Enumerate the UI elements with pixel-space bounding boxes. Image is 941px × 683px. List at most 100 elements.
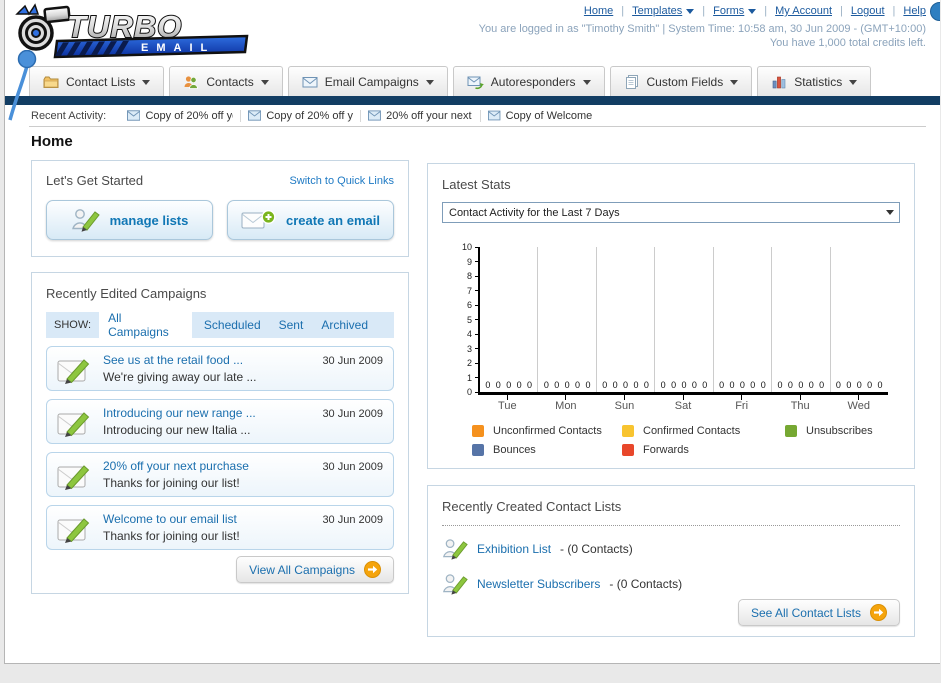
campaign-subtitle: We're giving away our late ...: [103, 369, 257, 384]
x-axis-label: Thu: [771, 395, 830, 412]
filter-sent[interactable]: Sent: [279, 318, 304, 332]
dotted-divider: [442, 525, 900, 526]
chart-value-label: 0: [623, 380, 629, 390]
y-axis-tick: 10: [462, 242, 480, 252]
filter-scheduled[interactable]: Scheduled: [204, 318, 261, 332]
legend-swatch: [622, 425, 634, 437]
filter-archived[interactable]: Archived: [321, 318, 368, 332]
chart-value-label: 0: [835, 380, 841, 390]
see-all-contact-lists-button[interactable]: See All Contact Lists: [737, 599, 900, 626]
chevron-down-icon: [260, 80, 269, 85]
legend-swatch: [622, 444, 634, 456]
contact-list-link[interactable]: Newsletter Subscribers: [477, 577, 600, 591]
tab-custom-fields[interactable]: Custom Fields: [609, 66, 753, 96]
envelope-pencil-icon: [57, 358, 90, 384]
contact-lists-title: Recently Created Contact Lists: [442, 499, 622, 514]
chart-value-label: 0: [564, 380, 570, 390]
campaign-row[interactable]: Welcome to our email list Thanks for joi…: [46, 505, 394, 550]
campaign-row[interactable]: 20% off your next purchase Thanks for jo…: [46, 452, 394, 497]
chart-value-label: 0: [846, 380, 852, 390]
chart-value-label: 0: [643, 380, 649, 390]
chevron-down-icon: [425, 80, 434, 85]
chart-day-group: 00000: [480, 247, 537, 392]
tab-contact-lists[interactable]: Contact Lists: [29, 66, 165, 96]
envelope-pencil-icon: [57, 411, 90, 437]
view-all-campaigns-button[interactable]: View All Campaigns: [236, 556, 394, 583]
stats-period-select[interactable]: Contact Activity for the Last 7 Days: [442, 202, 900, 223]
nav-link-home[interactable]: Home: [584, 5, 613, 17]
chart-value-label: 0: [719, 380, 725, 390]
campaign-row[interactable]: Introducing our new range ... Introducin…: [46, 399, 394, 444]
filter-all-campaigns[interactable]: All Campaigns: [99, 308, 192, 342]
chart-value-label: 0: [612, 380, 618, 390]
contact-list-row[interactable]: Exhibition List - (0 Contacts): [442, 537, 900, 561]
turbo-email-logo: TURBO EMAIL: [15, 3, 249, 59]
chart-value-label: 0: [506, 380, 512, 390]
help-bubble-icon[interactable]: [930, 2, 940, 21]
envelope-icon: [302, 76, 318, 87]
chart-value-label: 0: [867, 380, 873, 390]
legend-item: Unconfirmed Contacts: [472, 425, 622, 437]
header: TURBO EMAIL Home | Templates | Forms | M…: [5, 0, 940, 121]
legend-item: Confirmed Contacts: [622, 425, 785, 437]
tab-contacts[interactable]: Contacts: [169, 66, 283, 96]
envelope-icon: [127, 110, 141, 121]
recent-activity-item[interactable]: Copy of 20% off yo: [240, 109, 360, 122]
latest-stats-panel: Latest Stats Contact Activity for the La…: [427, 163, 915, 469]
campaign-subtitle: Thanks for joining our list!: [103, 475, 240, 490]
chart-value-label: 0: [554, 380, 560, 390]
switch-to-quick-links[interactable]: Switch to Quick Links: [289, 175, 394, 187]
campaigns-title: Recently Edited Campaigns: [46, 286, 207, 301]
chart-day-group: 00000: [595, 247, 654, 392]
chart-value-label: 0: [633, 380, 639, 390]
chevron-down-icon: [686, 9, 695, 14]
main-content: Home Let's Get Started Switch to Quick L…: [5, 127, 940, 663]
campaign-row[interactable]: See us at the retail food ... We're givi…: [46, 346, 394, 391]
campaign-title-link[interactable]: Welcome to our email list: [103, 511, 312, 527]
chevron-down-icon: [886, 210, 894, 215]
recent-activity-item[interactable]: Copy of Welcome to: [480, 109, 600, 122]
create-an-email-button[interactable]: create an email: [227, 200, 394, 240]
top-nav: Home | Templates | Forms | My Account | …: [584, 5, 926, 17]
campaign-filter-bar: SHOW: All Campaigns Scheduled Sent Archi…: [46, 308, 394, 342]
chart-value-label: 0: [750, 380, 756, 390]
chart-value-label: 0: [702, 380, 708, 390]
app-window: TURBO EMAIL Home | Templates | Forms | M…: [4, 0, 940, 664]
envelope-arrow-icon: [467, 76, 484, 89]
contact-list-row[interactable]: Newsletter Subscribers - (0 Contacts): [442, 572, 900, 596]
tab-autoresponders[interactable]: Autoresponders: [452, 66, 605, 96]
tab-email-campaigns[interactable]: Email Campaigns: [287, 66, 448, 96]
campaign-title-link[interactable]: Introducing our new range ...: [103, 405, 312, 421]
legend-swatch: [472, 444, 484, 456]
nav-link-templates[interactable]: Templates: [632, 5, 695, 17]
chevron-down-icon: [582, 80, 591, 85]
y-axis-tick: 2: [467, 358, 480, 368]
chart-value-label: 0: [495, 380, 501, 390]
manage-lists-button[interactable]: manage lists: [46, 200, 213, 240]
campaign-date: 30 Jun 2009: [322, 408, 383, 420]
show-label: SHOW:: [54, 319, 92, 331]
chart-value-label: 0: [777, 380, 783, 390]
contact-activity-chart: 0 1 2 3 4 5 6 7 8 9 10 000000000000000000000000000…: [462, 242, 888, 397]
y-axis-tick: 8: [467, 271, 480, 281]
campaign-title-link[interactable]: See us at the retail food ...: [103, 352, 312, 368]
contact-list-link[interactable]: Exhibition List: [477, 542, 551, 556]
latest-stats-title: Latest Stats: [442, 177, 511, 192]
campaign-title-link[interactable]: 20% off your next purchase: [103, 458, 312, 474]
legend-item: Forwards: [622, 444, 785, 456]
tab-statistics[interactable]: Statistics: [757, 66, 872, 96]
recent-activity-item[interactable]: 20% off your next p: [360, 109, 480, 122]
nav-link-forms[interactable]: Forms: [713, 5, 757, 17]
nav-link-my-account[interactable]: My Account: [775, 5, 832, 17]
nav-separator: |: [892, 5, 896, 17]
nav-link-help[interactable]: Help: [903, 5, 926, 17]
envelope-plus-icon: [241, 209, 276, 229]
legend-item: Unsubscribes: [785, 425, 900, 437]
y-axis-tick: 9: [467, 257, 480, 267]
nav-link-logout[interactable]: Logout: [851, 5, 885, 17]
campaign-subtitle: Thanks for joining our list!: [103, 528, 240, 543]
campaign-date: 30 Jun 2009: [322, 461, 383, 473]
pin-decoration: [8, 50, 37, 121]
recent-activity-item[interactable]: Copy of 20% off yo: [120, 110, 240, 122]
pages-icon: [625, 74, 638, 89]
